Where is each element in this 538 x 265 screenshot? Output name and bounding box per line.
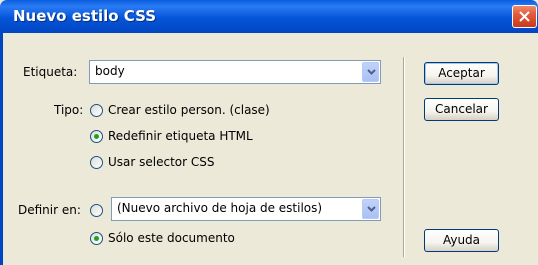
radio-label: Redefinir etiqueta HTML [108, 129, 253, 143]
radio-label: Usar selector CSS [108, 155, 215, 169]
definir-value: (Nuevo archivo de hoja de estilos) [117, 201, 323, 215]
radio-selected-dot [94, 236, 99, 241]
definir-label: Definir en: [18, 203, 81, 217]
radio-label: Sólo este documento [108, 231, 235, 245]
close-button[interactable] [512, 5, 537, 28]
tipo-label: Tipo: [54, 103, 84, 117]
chevron-down-icon [367, 69, 376, 75]
radio-button[interactable] [90, 156, 103, 169]
definir-dropdown-button[interactable] [362, 199, 379, 219]
radio-label: Crear estilo person. (clase) [108, 103, 270, 117]
radio-button[interactable] [90, 104, 103, 117]
etiqueta-dropdown-button[interactable] [362, 62, 379, 82]
cancel-button[interactable]: Cancelar [424, 98, 499, 121]
accept-button[interactable]: Aceptar [424, 62, 499, 85]
radio-button[interactable] [90, 232, 103, 245]
radio-button[interactable] [90, 204, 103, 217]
help-button[interactable]: Ayuda [424, 229, 499, 252]
radio-selected-dot [94, 134, 99, 139]
window-title: Nuevo estilo CSS [13, 7, 157, 25]
etiqueta-select[interactable]: body [89, 60, 381, 84]
vertical-divider [403, 57, 405, 257]
chevron-down-icon [367, 206, 376, 212]
close-icon [519, 11, 530, 22]
title-bar[interactable]: Nuevo estilo CSS [0, 0, 538, 33]
etiqueta-value: body [95, 64, 125, 78]
etiqueta-label: Etiqueta: [23, 65, 78, 79]
radio-button[interactable] [90, 130, 103, 143]
definir-select[interactable]: (Nuevo archivo de hoja de estilos) [111, 197, 381, 221]
radio-nuevo-archivo[interactable] [90, 203, 106, 219]
